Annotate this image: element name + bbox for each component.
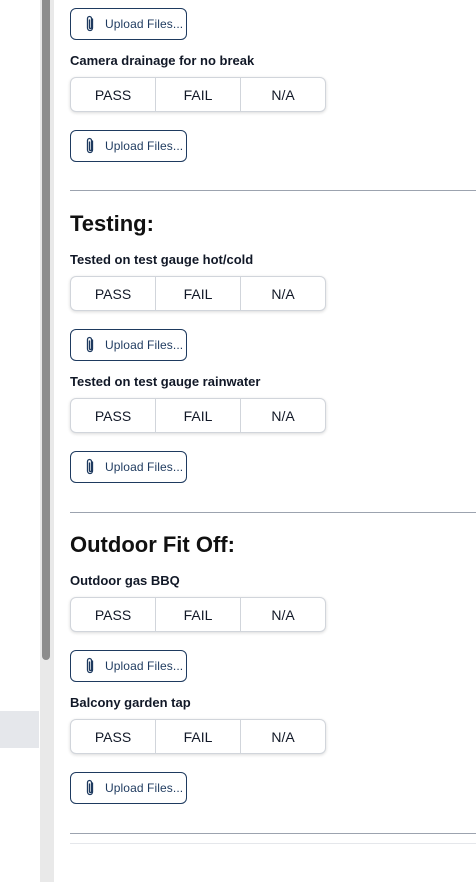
pass-fail-na-group: PASS FAIL N/A (70, 276, 326, 311)
upload-files-label: Upload Files... (105, 659, 184, 673)
upload-files-button[interactable]: Upload Files... (70, 650, 187, 682)
main-panel: Upload Files... Camera drainage for no b… (54, 0, 476, 882)
item-label: Balcony garden tap (70, 695, 191, 710)
fail-option[interactable]: FAIL (155, 78, 240, 111)
upload-files-label: Upload Files... (105, 139, 184, 153)
pass-fail-na-group: PASS FAIL N/A (70, 597, 326, 632)
left-sidebar (0, 0, 40, 882)
upload-files-button[interactable]: Upload Files... (70, 130, 187, 162)
checklist-form: Upload Files... Camera drainage for no b… (70, 0, 476, 844)
na-option[interactable]: N/A (240, 78, 325, 111)
pass-option[interactable]: PASS (71, 399, 155, 432)
paperclip-icon (83, 657, 97, 675)
na-option[interactable]: N/A (240, 598, 325, 631)
section-heading-outdoor-fit-off: Outdoor Fit Off: (70, 532, 235, 557)
pass-fail-na-group: PASS FAIL N/A (70, 719, 326, 754)
pass-option[interactable]: PASS (71, 720, 155, 753)
na-option[interactable]: N/A (240, 277, 325, 310)
item-label: Camera drainage for no break (70, 53, 255, 68)
fail-option[interactable]: FAIL (155, 277, 240, 310)
section-divider (70, 833, 476, 834)
paperclip-icon (83, 15, 97, 33)
na-option[interactable]: N/A (240, 399, 325, 432)
upload-files-button[interactable]: Upload Files... (70, 8, 187, 40)
pass-option[interactable]: PASS (71, 277, 155, 310)
pass-fail-na-group: PASS FAIL N/A (70, 398, 326, 433)
item-label: Tested on test gauge rainwater (70, 374, 261, 389)
paperclip-icon (83, 336, 97, 354)
scrollbar-thumb[interactable] (42, 0, 50, 660)
sidebar-selected-item[interactable] (0, 711, 39, 748)
fail-option[interactable]: FAIL (155, 720, 240, 753)
item-label: Outdoor gas BBQ (70, 573, 180, 588)
pass-fail-na-group: PASS FAIL N/A (70, 77, 326, 112)
upload-files-label: Upload Files... (105, 460, 184, 474)
upload-files-label: Upload Files... (105, 17, 184, 31)
pass-option[interactable]: PASS (71, 598, 155, 631)
section-divider (70, 512, 476, 513)
app-window: Upload Files... Camera drainage for no b… (0, 0, 476, 882)
upload-files-button[interactable]: Upload Files... (70, 451, 187, 483)
section-divider (70, 190, 476, 191)
item-label: Tested on test gauge hot/cold (70, 252, 254, 267)
fail-option[interactable]: FAIL (155, 399, 240, 432)
upload-files-label: Upload Files... (105, 338, 184, 352)
upload-files-label: Upload Files... (105, 781, 184, 795)
pass-option[interactable]: PASS (71, 78, 155, 111)
upload-files-button[interactable]: Upload Files... (70, 329, 187, 361)
section-heading-testing: Testing: (70, 211, 154, 236)
paperclip-icon (83, 137, 97, 155)
na-option[interactable]: N/A (240, 720, 325, 753)
fail-option[interactable]: FAIL (155, 598, 240, 631)
paperclip-icon (83, 779, 97, 797)
upload-files-button[interactable]: Upload Files... (70, 772, 187, 804)
paperclip-icon (83, 458, 97, 476)
